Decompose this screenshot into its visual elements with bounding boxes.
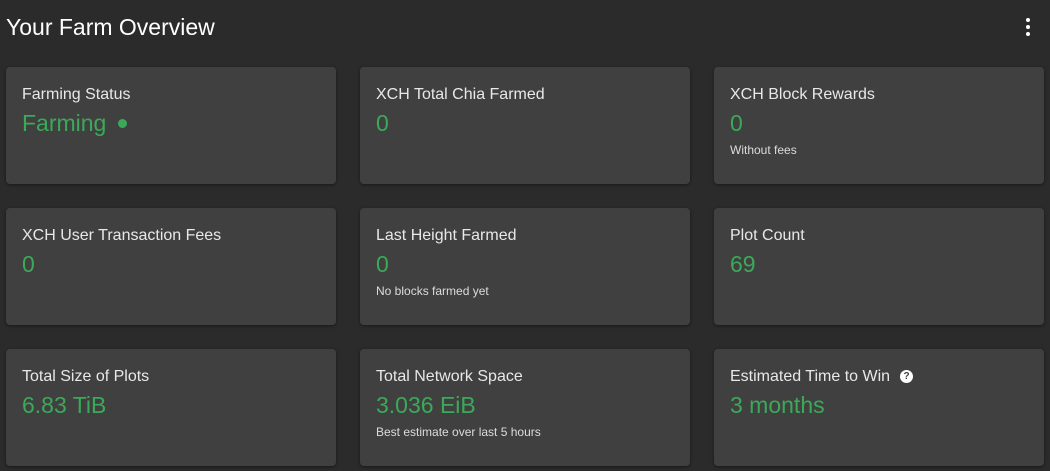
card-title: Farming Status [22,86,131,103]
card-title: XCH Total Chia Farmed [376,86,545,103]
card-value: 0 [22,251,35,277]
more-vertical-icon [1026,18,1030,22]
card-last-height-farmed: Last Height Farmed 0 No blocks farmed ye… [360,208,690,325]
more-vertical-icon-dot-2 [1026,25,1030,29]
card-value-row: Farming [22,109,320,137]
stats-grid: Farming Status Farming XCH Total Chia Fa… [6,67,1044,466]
card-subtext: No blocks farmed yet [376,284,489,298]
card-title: Last Height Farmed [376,227,517,244]
help-circle-icon[interactable]: ? [900,370,914,383]
more-vertical-icon-dot-3 [1026,32,1030,36]
card-title-row: Estimated Time to Win ? [730,367,1028,386]
card-title: XCH User Transaction Fees [22,227,222,244]
card-title: Total Network Space [376,368,523,385]
card-title: Estimated Time to Win [730,368,891,385]
card-value: 0 [730,110,743,136]
card-value: 0 [376,110,389,136]
card-value: 0 [376,251,389,277]
card-plot-count: Plot Count 69 [714,208,1044,325]
card-value: 3 months [730,392,825,418]
card-value: 69 [730,251,756,277]
card-value: 3.036 EiB [376,392,476,418]
card-value: 6.83 TiB [22,392,107,418]
status-dot-icon [118,119,128,128]
card-title: XCH Block Rewards [730,86,875,103]
card-estimated-time-to-win: Estimated Time to Win ? 3 months [714,349,1044,466]
more-options-button[interactable] [1016,15,1040,39]
card-total-chia-farmed: XCH Total Chia Farmed 0 [360,67,690,184]
card-total-network-space: Total Network Space 3.036 EiB Best estim… [360,349,690,466]
card-user-transaction-fees: XCH User Transaction Fees 0 [6,208,336,325]
card-block-rewards: XCH Block Rewards 0 Without fees [714,67,1044,184]
card-value: Farming [22,110,107,136]
card-subtext: Best estimate over last 5 hours [376,425,541,439]
card-title: Total Size of Plots [22,368,150,385]
farm-overview-page: Your Farm Overview Farming Status Farmin… [0,0,1050,471]
card-title: Plot Count [730,227,805,244]
card-farming-status: Farming Status Farming [6,67,336,184]
card-total-size-of-plots: Total Size of Plots 6.83 TiB [6,349,336,466]
page-title: Your Farm Overview [6,14,215,40]
card-subtext: Without fees [730,143,797,157]
